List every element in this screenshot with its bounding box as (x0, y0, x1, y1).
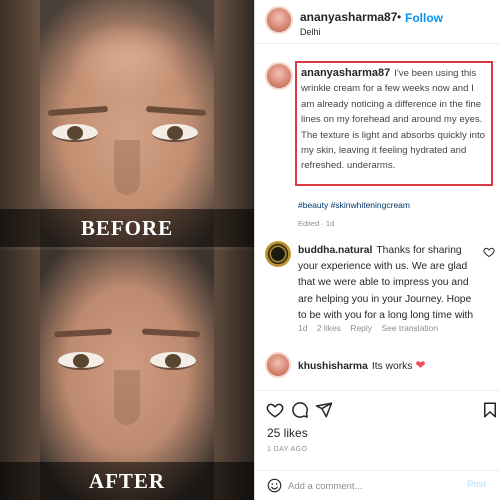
post-timestamp: 1 DAY AGO (267, 446, 308, 453)
caption-highlight-box: ananyasharma87 I've been using this wrink… (295, 61, 493, 186)
nose (114, 140, 140, 195)
right-eye (150, 352, 196, 370)
left-eye (58, 352, 104, 370)
red-heart-emoji: ❤ (415, 358, 426, 372)
comment-age: 1d (298, 323, 308, 333)
post-image: BEFORE AFTER (0, 0, 254, 500)
comment-avatar-buddha-natural[interactable] (265, 241, 291, 267)
left-eye (52, 124, 98, 142)
follow-button[interactable]: Follow (405, 11, 443, 25)
left-brow (53, 328, 113, 338)
comment-input[interactable] (288, 477, 458, 495)
post-header: ananyasharma87 • Follow Delhi (255, 0, 500, 44)
comment-likes[interactable]: 2 likes (317, 323, 341, 333)
heart-icon[interactable] (266, 401, 284, 419)
comment-like-heart-icon[interactable] (483, 246, 495, 258)
comment-avatar-khushisharma[interactable] (265, 352, 291, 378)
share-icon[interactable] (315, 401, 333, 419)
hashtags[interactable]: #beauty #skinwhiteningcream (298, 200, 410, 210)
edited-label: Edited · 1d (298, 219, 335, 228)
add-comment-bar: Post (255, 470, 500, 500)
caption-avatar[interactable] (265, 62, 293, 90)
right-eye (152, 124, 198, 142)
reply-button[interactable]: Reply (350, 323, 372, 333)
right-brow (141, 328, 201, 338)
post-button[interactable]: Post (467, 479, 486, 490)
left-brow (47, 105, 109, 117)
after-label: AFTER (0, 462, 254, 500)
caption: ananyasharma87 I've been using this wrink… (301, 66, 487, 174)
location-link[interactable]: Delhi (300, 27, 321, 37)
caption-username[interactable]: ananyasharma87 (301, 67, 390, 79)
comment-item: buddha.natural Thanks for sharing your ex… (298, 243, 476, 324)
avatar[interactable] (265, 6, 293, 34)
separator-dot: • (397, 10, 402, 24)
header-username[interactable]: ananyasharma87 (300, 10, 397, 24)
nose (114, 370, 140, 425)
comment-username[interactable]: khushisharma (298, 361, 368, 372)
comment-meta: 1d 2 likes Reply See translation (298, 323, 445, 333)
post-panel: ananyasharma87 • Follow Delhi ananyashar… (254, 0, 500, 500)
comment-username[interactable]: buddha.natural (298, 245, 372, 256)
likes-count[interactable]: 25 likes (267, 426, 308, 440)
bookmark-icon[interactable] (481, 401, 499, 419)
right-brow (145, 105, 207, 117)
comment-item: khushisharma Its works ❤ (298, 358, 426, 372)
before-label: BEFORE (0, 209, 254, 247)
comment-text: Thanks for sharing your experience with … (298, 245, 474, 321)
see-translation-button[interactable]: See translation (381, 323, 438, 333)
caption-text: I've been using this wrinkle cream for a… (301, 68, 485, 172)
emoji-icon[interactable] (267, 478, 282, 493)
comment-icon[interactable] (291, 401, 309, 419)
comment-text: Its works (371, 361, 413, 372)
